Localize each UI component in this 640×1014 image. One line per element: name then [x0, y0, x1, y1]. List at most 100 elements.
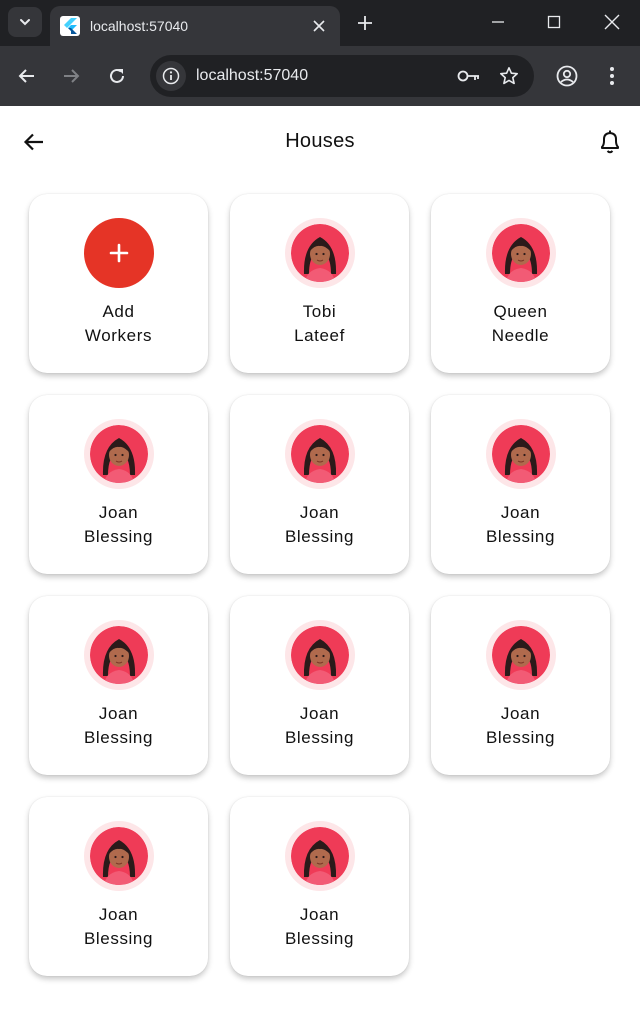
- star-icon[interactable]: [494, 61, 524, 91]
- woman-avatar-icon: [491, 224, 550, 282]
- notification-button[interactable]: [594, 126, 626, 158]
- worker-last-name: Blessing: [485, 728, 556, 747]
- worker-card[interactable]: Joan Blessing: [29, 797, 208, 976]
- address-bar[interactable]: localhost:57040: [150, 55, 534, 97]
- tab-title: localhost:57040: [90, 18, 189, 34]
- worker-card[interactable]: Tobi Lateef: [230, 194, 409, 373]
- worker-card[interactable]: Joan Blessing: [230, 797, 409, 976]
- add-button[interactable]: [83, 218, 154, 288]
- worker-card[interactable]: Joan Blessing: [230, 596, 409, 775]
- worker-last-name: Blessing: [485, 527, 556, 546]
- minimize-button[interactable]: [478, 6, 518, 38]
- worker-first-name: Queen: [493, 302, 548, 321]
- avatar: [284, 419, 355, 489]
- worker-name: Joan Blessing: [84, 501, 153, 549]
- add-workers-card[interactable]: Add Workers: [29, 194, 208, 373]
- worker-first-name: Joan: [299, 503, 340, 522]
- window-close-button[interactable]: [592, 6, 632, 38]
- woman-avatar-icon: [290, 827, 349, 885]
- worker-first-name: Tobi: [302, 302, 337, 321]
- worker-name: Joan Blessing: [84, 702, 153, 750]
- browser-tab[interactable]: localhost:57040: [50, 6, 340, 46]
- avatar: [284, 620, 355, 690]
- worker-first-name: Joan: [98, 503, 139, 522]
- avatar: [485, 218, 556, 288]
- woman-avatar-icon: [89, 626, 148, 684]
- worker-last-name: Blessing: [83, 929, 154, 948]
- add-label-line1: Add: [102, 302, 135, 321]
- worker-card[interactable]: Joan Blessing: [230, 395, 409, 574]
- avatar: [284, 218, 355, 288]
- worker-last-name: Blessing: [83, 728, 154, 747]
- worker-first-name: Joan: [98, 905, 139, 924]
- worker-name: Joan Blessing: [486, 501, 555, 549]
- woman-avatar-icon: [89, 425, 148, 483]
- key-icon[interactable]: [454, 61, 484, 91]
- profile-button[interactable]: [551, 60, 583, 92]
- woman-avatar-icon: [290, 626, 349, 684]
- url-text: localhost:57040: [196, 67, 309, 84]
- worker-name: Joan Blessing: [285, 702, 354, 750]
- worker-first-name: Joan: [299, 905, 340, 924]
- worker-name: Joan Blessing: [285, 501, 354, 549]
- close-icon[interactable]: [308, 15, 330, 37]
- minimize-icon: [492, 21, 504, 23]
- worker-last-name: Blessing: [284, 728, 355, 747]
- arrow-left-icon: [18, 69, 34, 83]
- worker-first-name: Joan: [500, 503, 541, 522]
- woman-avatar-icon: [89, 827, 148, 885]
- worker-name: Joan Blessing: [486, 702, 555, 750]
- worker-first-name: Joan: [299, 704, 340, 723]
- woman-avatar-icon: [290, 224, 349, 282]
- avatar: [83, 821, 154, 891]
- tab-search-button[interactable]: [8, 7, 42, 37]
- workers-grid: Add Workers Tobi Lateef Queen Needle Joa…: [29, 194, 612, 976]
- worker-last-name: Blessing: [284, 929, 355, 948]
- worker-first-name: Joan: [500, 704, 541, 723]
- worker-card[interactable]: Joan Blessing: [29, 596, 208, 775]
- avatar: [485, 419, 556, 489]
- avatar: [83, 419, 154, 489]
- woman-avatar-icon: [290, 425, 349, 483]
- worker-name: Joan Blessing: [84, 903, 153, 951]
- reload-button[interactable]: [101, 60, 133, 92]
- worker-last-name: Needle: [491, 326, 550, 345]
- maximize-button[interactable]: [534, 6, 574, 38]
- arrow-right-icon: [64, 69, 80, 83]
- avatar: [284, 821, 355, 891]
- worker-name: Joan Blessing: [285, 903, 354, 951]
- worker-card[interactable]: Joan Blessing: [431, 596, 610, 775]
- app-bar: Houses: [0, 106, 640, 178]
- worker-first-name: Joan: [98, 704, 139, 723]
- worker-last-name: Lateef: [294, 326, 345, 345]
- back-button[interactable]: [11, 60, 43, 92]
- worker-name: Tobi Lateef: [294, 300, 345, 348]
- woman-avatar-icon: [491, 626, 550, 684]
- new-tab-button[interactable]: [352, 10, 378, 36]
- chevron-down-icon: [20, 19, 30, 26]
- page-title: Houses: [285, 130, 355, 152]
- woman-avatar-icon: [491, 425, 550, 483]
- bell-icon: [601, 130, 619, 154]
- kebab-menu-icon: [610, 67, 614, 85]
- worker-card[interactable]: Joan Blessing: [29, 395, 208, 574]
- worker-card[interactable]: Joan Blessing: [431, 395, 610, 574]
- reload-icon: [110, 68, 124, 83]
- worker-card[interactable]: Queen Needle: [431, 194, 610, 373]
- worker-name: Queen Needle: [492, 300, 549, 348]
- avatar: [485, 620, 556, 690]
- worker-last-name: Blessing: [284, 527, 355, 546]
- profile-icon: [556, 65, 578, 87]
- browser-tab-strip: localhost:57040: [0, 0, 640, 46]
- maximize-icon: [547, 15, 561, 29]
- menu-button[interactable]: [596, 60, 628, 92]
- info-icon[interactable]: [156, 61, 186, 91]
- plus-icon: [109, 243, 128, 263]
- add-label-line2: Workers: [84, 326, 153, 345]
- add-workers-label: Add Workers: [85, 300, 152, 348]
- worker-last-name: Blessing: [83, 527, 154, 546]
- avatar: [83, 620, 154, 690]
- forward-button[interactable]: [55, 60, 87, 92]
- plus-icon: [358, 16, 372, 30]
- flutter-icon: [60, 16, 80, 36]
